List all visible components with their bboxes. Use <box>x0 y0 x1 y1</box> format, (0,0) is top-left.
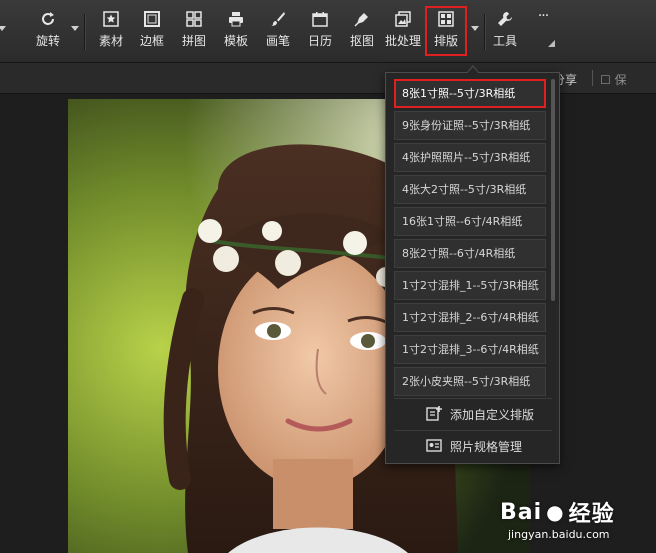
pen-icon <box>353 10 371 28</box>
more-button[interactable]: ··· <box>523 8 563 52</box>
layout-dropdown-menu: 8张1寸照--5寸/3R相纸 9张身份证照--5寸/3R相纸 4张护照照片--5… <box>385 72 560 464</box>
save-label: 保 <box>614 73 627 87</box>
watermark-brand2: 经验 <box>568 502 615 527</box>
toolbar-divider <box>84 14 85 50</box>
template-button[interactable]: 模板 <box>216 10 256 54</box>
watermark-url: jingyan.baidu.com <box>508 528 610 541</box>
baidu-watermark: Bai ● 经验 jingyan.baidu.com <box>500 496 650 548</box>
brush-icon <box>269 10 287 28</box>
photo-spec-manage-label: 照片规格管理 <box>450 439 523 454</box>
rotate-icon <box>39 10 57 28</box>
grid-icon <box>185 10 203 28</box>
collage-button[interactable]: 拼图 <box>174 10 214 54</box>
menu-item-7[interactable]: 1寸2寸混排_1--5寸/3R相纸 <box>394 271 546 300</box>
calendar-icon <box>311 10 329 28</box>
tools-button[interactable]: 工具 <box>485 10 525 54</box>
wrench-icon <box>496 10 514 28</box>
menu-item-5[interactable]: 16张1寸照--6寸/4R相纸 <box>394 207 546 236</box>
rotate-label: 旋转 <box>35 34 60 48</box>
more-icon: ··· <box>537 8 549 24</box>
brush-label: 画笔 <box>265 34 290 48</box>
calendar-button[interactable]: 日历 <box>300 10 340 54</box>
watermark-brand: Bai <box>500 499 543 525</box>
id-card-icon <box>426 437 442 456</box>
divider <box>592 70 593 86</box>
menu-item-4[interactable]: 4张大2寸照--5寸/3R相纸 <box>394 175 546 204</box>
photo-spec-manage-button[interactable]: 照片规格管理 <box>394 431 552 461</box>
brush-button[interactable]: 画笔 <box>258 10 298 54</box>
chevron-down-icon[interactable] <box>0 26 6 31</box>
save-icon: ☐ <box>600 73 611 87</box>
menu-item-1[interactable]: 8张1寸照--5寸/3R相纸 <box>394 79 546 108</box>
paw-icon: ● <box>546 500 565 524</box>
menu-item-6[interactable]: 8张2寸照--6寸/4R相纸 <box>394 239 546 268</box>
menu-item-3[interactable]: 4张护照照片--5寸/3R相纸 <box>394 143 546 172</box>
tools-label: 工具 <box>492 34 517 48</box>
frame-icon <box>143 10 161 28</box>
expand-triangle-icon[interactable] <box>548 40 555 47</box>
material-button[interactable]: 素材 <box>91 10 131 54</box>
chevron-down-icon[interactable] <box>71 26 79 31</box>
save-button[interactable]: ☐ 保 <box>600 71 627 88</box>
border-label: 边框 <box>139 34 164 48</box>
printer-icon <box>227 10 245 28</box>
template-label: 模板 <box>223 34 248 48</box>
batch-label: 批处理 <box>384 34 421 48</box>
add-custom-layout-button[interactable]: 添加自定义排版 <box>394 399 552 429</box>
border-button[interactable]: 边框 <box>132 10 172 54</box>
menu-scrollbar[interactable] <box>551 79 555 301</box>
add-layout-icon <box>426 405 442 424</box>
add-custom-layout-label: 添加自定义排版 <box>450 407 535 422</box>
material-label: 素材 <box>98 34 123 48</box>
batch-button[interactable]: 批处理 <box>383 10 423 54</box>
menu-pointer-inner <box>467 67 479 74</box>
star-icon <box>102 10 120 28</box>
cutout-button[interactable]: 抠图 <box>342 10 382 54</box>
menu-item-10[interactable]: 2张小皮夹照--5寸/3R相纸 <box>394 367 546 396</box>
layout-button-highlight <box>425 6 467 56</box>
menu-item-9[interactable]: 1寸2寸混排_3--6寸/4R相纸 <box>394 335 546 364</box>
menu-item-2[interactable]: 9张身份证照--5寸/3R相纸 <box>394 111 546 140</box>
top-toolbar: 旋转 素材 边框 拼图 模板 画笔 日历 抠图 批处理 排版 工具 ··· <box>0 0 656 63</box>
menu-item-8[interactable]: 1寸2寸混排_2--6寸/4R相纸 <box>394 303 546 332</box>
chevron-down-icon[interactable] <box>471 26 479 31</box>
cutout-label: 抠图 <box>349 34 374 48</box>
collage-label: 拼图 <box>181 34 206 48</box>
rotate-button[interactable]: 旋转 <box>28 10 68 54</box>
calendar-label: 日历 <box>307 34 332 48</box>
layers-icon <box>394 10 412 28</box>
